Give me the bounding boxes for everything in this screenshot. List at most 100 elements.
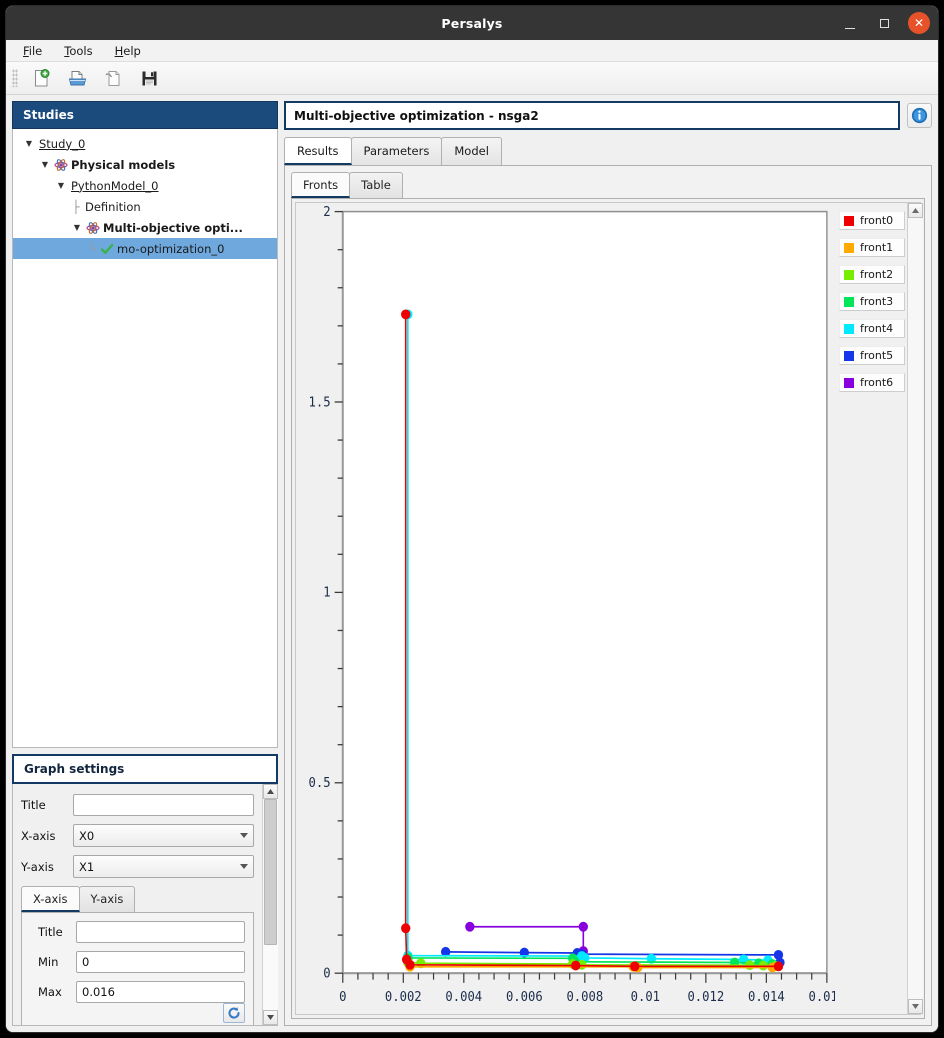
legend-item-front4[interactable]: front4 <box>839 319 905 338</box>
plot-area[interactable]: 00.511.5200.0020.0040.0060.0080.010.0120… <box>296 203 835 1014</box>
tab-parameters[interactable]: Parameters <box>351 137 443 165</box>
graph-title-input[interactable] <box>73 794 254 816</box>
tab-x-axis[interactable]: X-axis <box>21 886 80 912</box>
legend-label: front3 <box>860 295 893 308</box>
tree-item-definition[interactable]: ├ Definition <box>13 196 277 217</box>
tab-y-axis[interactable]: Y-axis <box>79 886 136 912</box>
tree-item-multi-objective-optimization[interactable]: ▼ Multi-objective opti... <box>13 217 277 238</box>
axis-title-input[interactable] <box>76 921 245 943</box>
scroll-track[interactable] <box>908 218 923 999</box>
legend-swatch <box>844 324 854 334</box>
svg-text:1.5: 1.5 <box>309 394 331 409</box>
tool-bar <box>6 62 938 95</box>
graph-settings-body: Title X-axis X0 Y-axis <box>12 784 278 1026</box>
scroll-down-button[interactable] <box>908 999 923 1014</box>
svg-text:2: 2 <box>323 204 330 219</box>
graph-scrollbar[interactable] <box>907 203 920 1014</box>
scroll-thumb[interactable] <box>264 799 277 945</box>
new-study-icon[interactable] <box>28 66 54 90</box>
expander-icon[interactable]: ▼ <box>53 181 69 190</box>
svg-text:0: 0 <box>323 965 330 980</box>
menu-file[interactable]: File <box>14 42 51 60</box>
tree-item-physical-models[interactable]: ▼ Physical models <box>13 154 277 175</box>
tab-results[interactable]: Results <box>284 137 352 165</box>
results-subtab-bar: Fronts Table <box>291 172 925 198</box>
scroll-down-button[interactable] <box>263 1010 278 1025</box>
refresh-icon[interactable] <box>223 1003 245 1023</box>
main-body: Studies ▼ Study_0 ▼ <box>6 95 938 1032</box>
axis-subtab-bar: X-axis Y-axis <box>21 886 254 912</box>
check-icon <box>99 241 115 257</box>
window-title: Persalys <box>441 16 502 31</box>
toolbar-grip[interactable] <box>12 69 18 87</box>
menu-help-rest: elp <box>123 44 141 58</box>
legend-swatch <box>844 270 854 280</box>
minimize-button[interactable] <box>840 13 860 33</box>
tree-item-label: mo-optimization_0 <box>117 242 224 256</box>
legend-item-front3[interactable]: front3 <box>839 292 905 311</box>
graph-settings-scrollbar[interactable] <box>262 784 277 1025</box>
save-study-icon[interactable] <box>136 66 162 90</box>
x-axis-variable-value: X0 <box>79 829 94 843</box>
legend-item-front6[interactable]: front6 <box>839 373 905 392</box>
close-button[interactable]: ✕ <box>908 12 930 34</box>
scroll-track[interactable] <box>263 799 278 1010</box>
tree-branch-icon: ├ <box>69 200 83 214</box>
graph-title-row: Title <box>21 794 254 816</box>
y-axis-variable-select[interactable]: X1 <box>73 855 254 878</box>
tree-item-label: Study_0 <box>39 137 85 151</box>
legend-label: front2 <box>860 268 893 281</box>
tab-model[interactable]: Model <box>441 137 502 165</box>
expander-icon[interactable]: ▼ <box>69 223 85 232</box>
info-icon[interactable] <box>907 103 932 128</box>
legend-item-front5[interactable]: front5 <box>839 346 905 365</box>
legend-label: front5 <box>860 349 893 362</box>
scatter-plot-svg[interactable]: 00.511.5200.0020.0040.0060.0080.010.0120… <box>296 203 835 1014</box>
chevron-down-icon <box>240 864 248 869</box>
legend-swatch <box>844 378 854 388</box>
graph-title-label: Title <box>21 798 73 812</box>
menu-help[interactable]: Help <box>106 42 150 60</box>
legend-item-front1[interactable]: front1 <box>839 238 905 257</box>
title-bar: Persalys ✕ <box>6 6 938 40</box>
axis-min-input[interactable]: 0 <box>76 951 245 973</box>
tab-fronts[interactable]: Fronts <box>291 172 350 198</box>
axis-settings-panel: Title Min 0 Max 0.016 <box>21 912 254 1025</box>
open-study-icon[interactable] <box>64 66 90 90</box>
chart-legend: front0 front1 front2 front3 front4 front… <box>835 203 907 1014</box>
menu-help-mnemonic: H <box>115 44 124 58</box>
scroll-up-button[interactable] <box>908 203 923 218</box>
scroll-up-button[interactable] <box>263 784 278 799</box>
legend-item-front0[interactable]: front0 <box>839 211 905 230</box>
expander-icon[interactable]: ▼ <box>21 139 37 148</box>
menu-tools[interactable]: Tools <box>55 42 101 60</box>
tree-item-mo-optimization-0[interactable]: └ mo-optimization_0 <box>13 238 277 259</box>
svg-text:0.008: 0.008 <box>566 989 603 1004</box>
maximize-button[interactable] <box>874 13 894 33</box>
tab-table[interactable]: Table <box>349 172 403 198</box>
legend-label: front4 <box>860 322 893 335</box>
tree-item-pythonmodel-0[interactable]: ▼ PythonModel_0 <box>13 175 277 196</box>
svg-text:0.012: 0.012 <box>687 989 724 1004</box>
menu-tools-rest: ools <box>69 44 92 58</box>
results-tab-pane: Fronts Table 00.511.5200.0020.0040.0060.… <box>284 165 932 1026</box>
legend-label: front0 <box>860 214 893 227</box>
study-title-row: Multi-objective optimization - nsga2 <box>284 101 932 130</box>
legend-swatch <box>844 297 854 307</box>
tree-item-label: Definition <box>85 200 141 214</box>
tree-branch-icon: └ <box>85 242 99 256</box>
graph-settings-panel: Graph settings Title X-axis X0 <box>12 754 278 1026</box>
studies-panel-header: Studies <box>12 101 278 129</box>
window-controls: ✕ <box>840 6 930 40</box>
x-axis-variable-select[interactable]: X0 <box>73 824 254 847</box>
axis-title-label: Title <box>30 925 76 939</box>
import-script-icon[interactable] <box>100 66 126 90</box>
tree-item-study-0[interactable]: ▼ Study_0 <box>13 133 277 154</box>
axis-max-input[interactable]: 0.016 <box>76 981 245 1003</box>
studies-tree[interactable]: ▼ Study_0 ▼ Physical models <box>12 129 278 748</box>
legend-item-front2[interactable]: front2 <box>839 265 905 284</box>
expander-icon[interactable]: ▼ <box>37 160 53 169</box>
study-title-field[interactable]: Multi-objective optimization - nsga2 <box>284 101 900 130</box>
left-column: Studies ▼ Study_0 ▼ <box>12 101 278 1026</box>
svg-text:0.014: 0.014 <box>748 989 785 1004</box>
